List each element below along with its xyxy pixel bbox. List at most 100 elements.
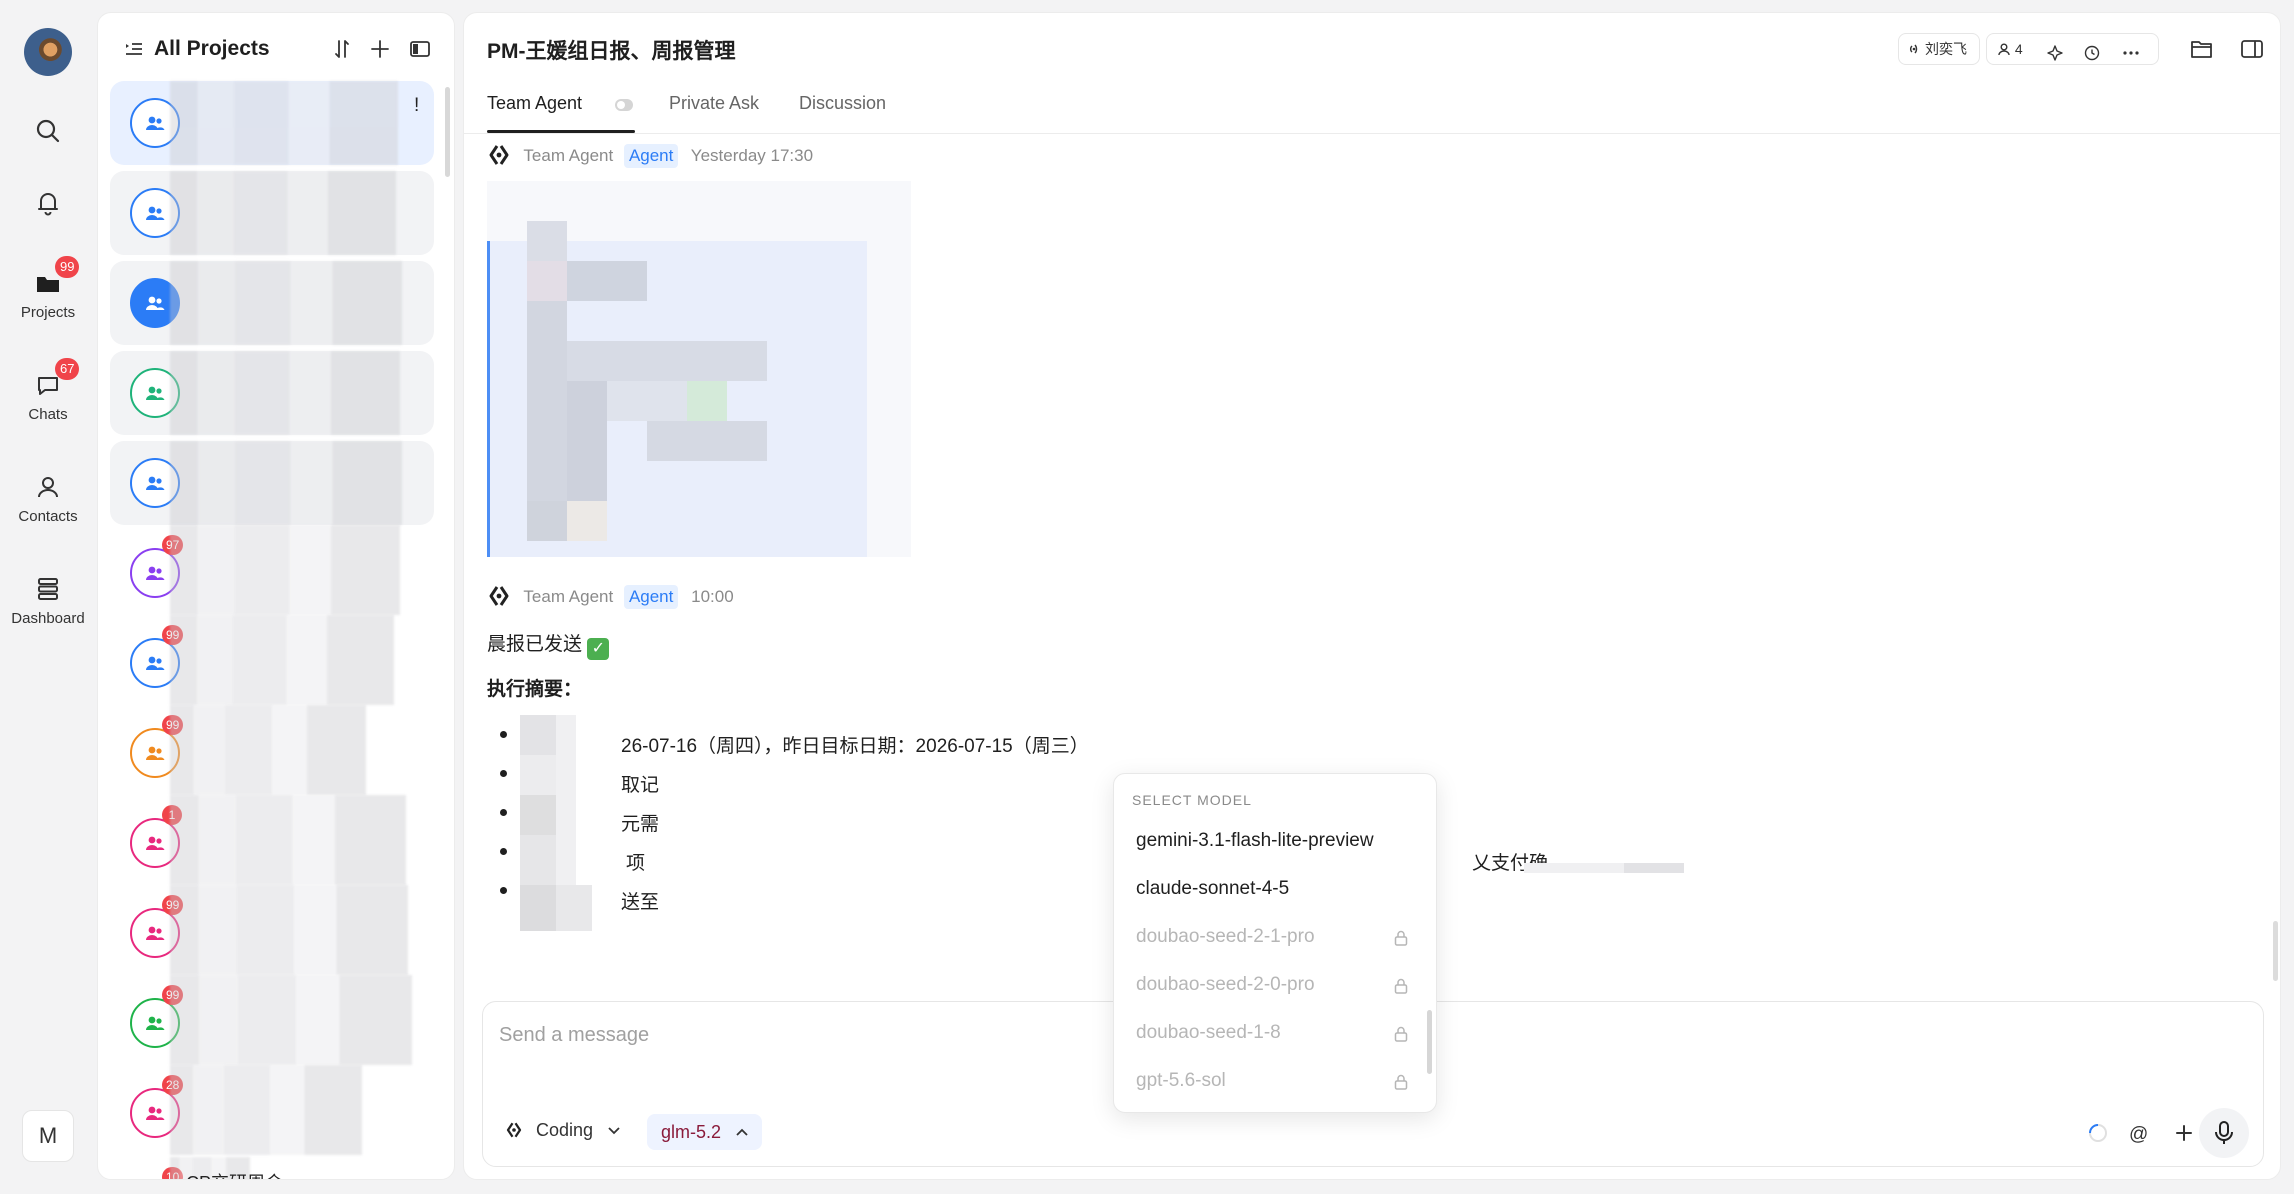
message-input[interactable] [499, 1024, 1099, 1047]
blurred-project-name [170, 525, 400, 615]
blurred-bullet-tail [1524, 863, 1684, 873]
model-option: doubao-seed-1-8 [1136, 1022, 1281, 1043]
chevron-down-icon [608, 1127, 620, 1135]
group-icon [146, 566, 165, 580]
rail-search[interactable] [0, 116, 96, 146]
project-row[interactable] [110, 171, 434, 255]
side-panel-icon[interactable] [2240, 39, 2264, 64]
rail-dashboard[interactable]: Dashboard [0, 574, 96, 627]
group-icon [146, 656, 165, 670]
more-icon[interactable] [2121, 41, 2141, 71]
sort-icon[interactable] [330, 37, 354, 61]
model-option: doubao-seed-2-0-pro [1136, 974, 1315, 995]
project-row[interactable]: 97 [110, 525, 434, 615]
lock-icon [1392, 1025, 1410, 1043]
voice-input-button[interactable] [2199, 1108, 2249, 1158]
project-row[interactable]: 99 [110, 705, 434, 795]
project-row[interactable] [110, 441, 434, 525]
message-time: 10:00 [691, 587, 734, 606]
left-rail: 99 Projects 67 Chats Contacts Dashboard … [0, 0, 96, 1194]
project-row[interactable]: 1 [110, 795, 434, 885]
message-sender: Team Agent [523, 587, 614, 606]
blurred-project-name [170, 885, 408, 975]
bullet-dot [500, 887, 507, 894]
bullet-text-3: 元需 [621, 814, 660, 835]
chat-scrollbar[interactable] [2273, 921, 2278, 981]
mode-selector[interactable]: Coding [505, 1120, 620, 1141]
project-row[interactable]: 28 [110, 1065, 434, 1155]
bell-icon [33, 188, 63, 218]
tab-team-agent[interactable]: Team Agent [487, 93, 582, 114]
mention-icon[interactable]: @ [2125, 1120, 2151, 1146]
bullet-dot [500, 770, 507, 777]
project-row[interactable]: ! [110, 81, 434, 165]
person-icon [1998, 43, 2010, 56]
rail-notifications[interactable] [0, 188, 96, 218]
panel-collapse-icon[interactable] [408, 37, 432, 61]
model-label: glm-5.2 [661, 1122, 722, 1142]
list-filter-icon[interactable] [122, 37, 146, 61]
bullet-dot [500, 809, 507, 816]
user-avatar[interactable] [24, 28, 72, 76]
report-sent-line: 晨报已发送 ✓ [487, 629, 610, 660]
blurred-project-name [170, 795, 406, 885]
blurred-bullet-prefixes [520, 715, 592, 931]
group-icon [146, 206, 165, 220]
bullet-text-1: 26-07-16（周四），昨日目标日期：2026-07-15（周三） [621, 736, 1089, 757]
model-option[interactable]: gemini-3.1-flash-lite-preview [1136, 830, 1374, 852]
dropdown-scrollbar[interactable] [1427, 1010, 1432, 1074]
tab-discussion[interactable]: Discussion [799, 93, 886, 114]
dropdown-title: SELECT MODEL [1132, 792, 1252, 808]
main-panel: PM-王媛组日报、周报管理 刘奕飞 4 Team Agent Private A… [463, 12, 2281, 1180]
assignee-chip[interactable]: 刘奕飞 [1898, 33, 1980, 65]
agent-logo-icon [487, 143, 511, 167]
rail-label-chats: Chats [28, 406, 68, 423]
rail-projects[interactable]: 99 Projects [0, 256, 96, 321]
microphone-icon [2215, 1121, 2233, 1144]
project-row[interactable]: 99 [110, 975, 434, 1065]
group-icon [146, 746, 165, 760]
blurred-project-name [170, 171, 396, 255]
add-attachment-icon[interactable] [2171, 1120, 2197, 1146]
project-panel-title: All Projects [154, 37, 270, 60]
agent-logo-icon [487, 584, 511, 608]
model-option[interactable]: claude-sonnet-4-5 [1136, 878, 1289, 900]
clock-icon[interactable] [2084, 41, 2100, 71]
project-row[interactable]: 99 [110, 615, 434, 705]
project-list-scrollbar[interactable] [445, 87, 450, 177]
workspace-button[interactable]: M [22, 1110, 74, 1162]
message-header-1: Team Agent Agent Yesterday 17:30 [487, 143, 813, 171]
model-selector[interactable]: glm-5.2 [647, 1114, 763, 1150]
agent-logo-icon [506, 1122, 522, 1138]
loading-spinner-icon [2085, 1120, 2111, 1146]
tab-private-ask[interactable]: Private Ask [669, 93, 759, 114]
radar-icon [1910, 44, 1918, 54]
project-row[interactable]: 10CP交研周会 [110, 1157, 434, 1179]
rail-label-contacts: Contacts [18, 508, 78, 525]
blurred-project-name [170, 705, 366, 795]
blurred-project-name [170, 351, 400, 435]
project-row[interactable] [110, 261, 434, 345]
chats-badge: 67 [55, 358, 80, 380]
project-row[interactable]: 99 [110, 885, 434, 975]
group-icon [146, 476, 165, 490]
rail-chats[interactable]: 67 Chats [0, 358, 96, 423]
blurred-project-name [170, 81, 398, 165]
team-agent-toggle[interactable] [615, 99, 633, 111]
project-panel: All Projects !979999199992810CP交研周会 [97, 12, 455, 1180]
page-title: PM-王媛组日报、周报管理 [487, 40, 736, 63]
project-row[interactable] [110, 351, 434, 435]
blurred-project-name [170, 975, 412, 1065]
group-icon [146, 926, 165, 940]
model-option: gpt-5.6-sol [1136, 1070, 1226, 1091]
add-icon[interactable] [368, 37, 392, 61]
members-button[interactable]: 4 [1997, 34, 2023, 64]
sparkle-icon[interactable] [2047, 41, 2063, 71]
mode-label: Coding [536, 1120, 594, 1140]
message-time: Yesterday 17:30 [690, 146, 814, 165]
rail-contacts[interactable]: Contacts [0, 472, 96, 525]
folder-open-icon[interactable] [2190, 38, 2214, 65]
blurred-project-name [170, 441, 402, 525]
group-icon [146, 836, 165, 850]
members-count: 4 [2014, 41, 2023, 57]
